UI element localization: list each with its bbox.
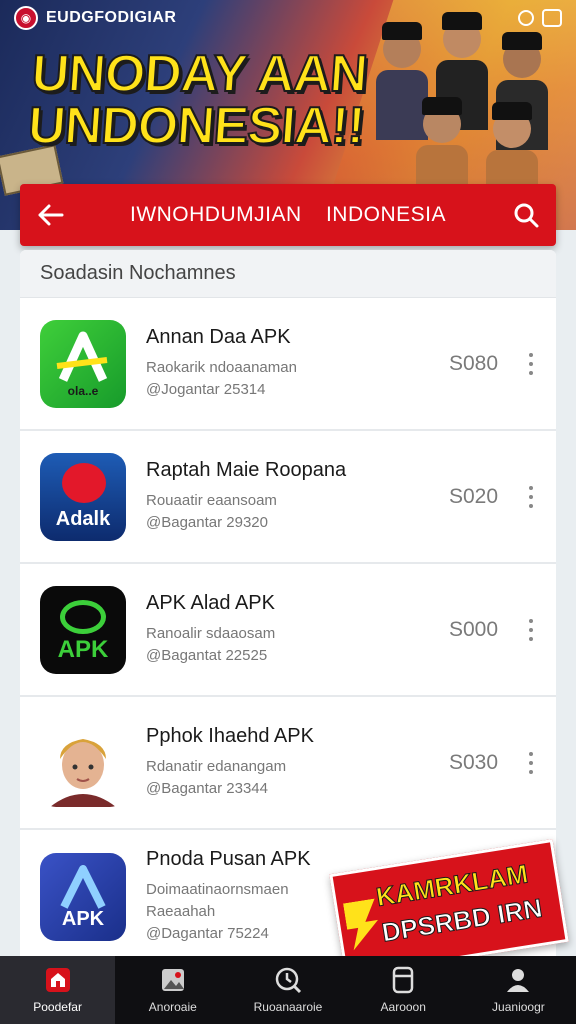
nav-item-gallery[interactable]: Anoroaie [115,956,230,1024]
message-icon[interactable] [542,9,562,27]
letter-a-icon [60,864,106,909]
list-item[interactable]: Adalk Raptah Maie Roopana Rouaatir eaans… [20,431,556,564]
profile-icon [504,966,532,994]
app-icon: ola..e [40,319,126,408]
search-button[interactable] [496,184,556,246]
list-item[interactable]: APK APK Alad APK Ranoalir sdaaosam @Baga… [20,564,556,697]
app-name: Annan Daa APK [146,326,291,348]
emblem-icon: ◉ [14,6,38,30]
brand-name: EUDGFODIGIAR [46,9,177,26]
app-price: S020 [448,484,498,508]
nav-label: Poodefar [33,1000,82,1014]
more-options-icon[interactable] [516,485,546,508]
nav-label: Juanioogr [492,1000,545,1014]
app-meta: @Bagantat 22525 [146,647,268,664]
list-item[interactable]: ola..e Annan Daa APK Raokarik ndoaanaman… [20,298,556,431]
app-description: Rdanatir edanangam [146,758,287,775]
more-options-icon[interactable] [516,751,546,774]
nav-item-home[interactable]: Poodefar [0,956,116,1024]
nav-item-device[interactable]: Aarooon [346,956,461,1024]
nav-label: Anoroaie [148,1000,197,1014]
banner-headline: UNODAY AAN UNDONESIA!! [25,44,370,156]
headline-line-2: UNDONESIA!! [25,96,367,156]
app-meta: @Jogantar 25314 [146,381,266,398]
app-name: Raptah Maie Roopana [146,459,347,481]
app-price: S030 [448,750,498,774]
app-icon [40,718,126,807]
letter-a-icon [56,331,108,382]
headline-line-1: UNODAY AAN [29,44,370,104]
app-icon-text: Adalk [55,507,111,530]
status-bar: ◉ EUDGFODIGIAR [14,6,562,30]
app-name: Pphok Ihaehd APK [146,725,314,747]
app-icon-text: APK [57,635,109,663]
app-bar-title: IWNOHDUMJIAN INDONESIA [129,203,446,226]
bottom-navigation: Poodefar Anoroaie Ruoanaaroie Aarooon Ju… [0,956,576,1024]
app-icon-text: APK [61,907,105,930]
app-name: APK Alad APK [146,592,275,614]
app-icon: APK [40,585,126,674]
nav-item-profile[interactable]: Juanioogr [461,956,576,1024]
app-description: Raokarik ndoaanaman [146,359,297,376]
clock-icon [518,10,534,26]
app-bar: IWNOHDUMJIAN INDONESIA [20,184,556,246]
app-description: Ranoalir sdaaosam [146,625,276,642]
app-meta: @Bagantar 23344 [146,780,268,797]
search-icon [514,203,539,228]
person-avatar-icon [50,738,116,807]
app-description: Rouaatir eaansoam [146,492,277,509]
app-price: S080 [448,351,498,375]
back-button[interactable] [20,184,80,246]
nav-label: Ruoanaaroie [253,1000,323,1014]
list-item[interactable]: Pphok Ihaehd APK Rdanatir edanangam @Bag… [20,697,556,830]
more-options-icon[interactable] [516,352,546,375]
home-icon [44,966,72,994]
image-icon [159,966,187,994]
people-illustration [356,10,566,220]
device-icon [389,966,417,994]
lightning-icon [343,899,382,951]
app-meta: @Bagantar 29320 [146,514,268,531]
clock-search-icon [274,966,302,994]
orbit-icon [60,599,106,634]
nav-label: Aarooon [380,1000,426,1014]
nav-item-history[interactable]: Ruoanaaroie [230,956,345,1024]
arrow-left-icon [38,204,64,226]
app-icon: Adalk [40,452,126,541]
more-options-icon[interactable] [516,618,546,641]
app-icon-text: ola..e [67,383,99,398]
red-ball-icon [62,462,106,503]
app-icon: APK [40,852,126,941]
app-price: S000 [448,617,498,641]
section-title: Soadasin Nochamnes [20,250,556,298]
